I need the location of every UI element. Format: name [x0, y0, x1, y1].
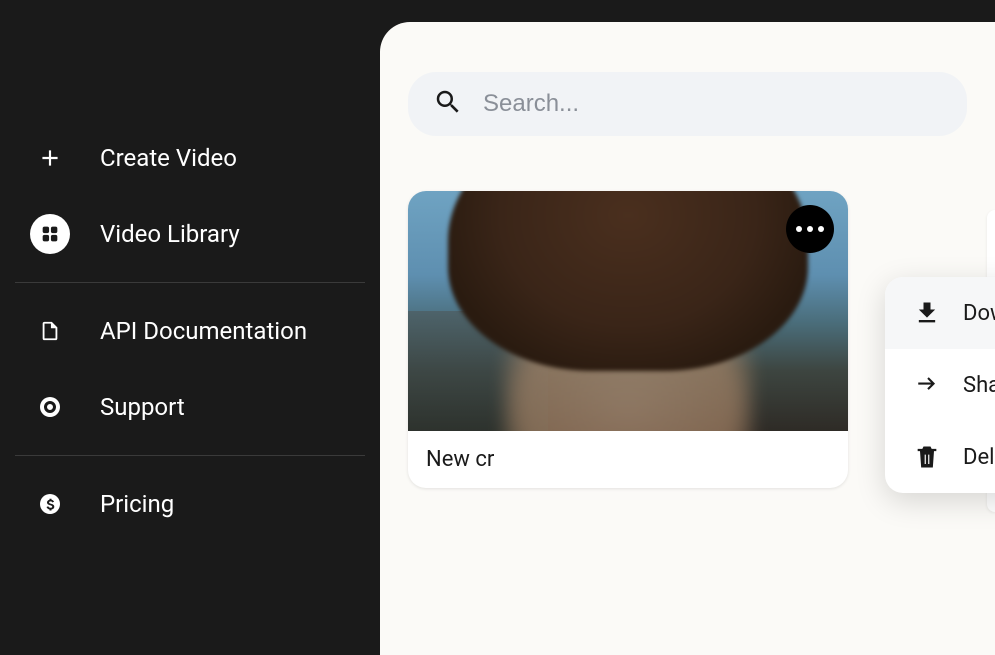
search-box[interactable] — [408, 72, 967, 136]
main-content: New cr Download Share Delete — [380, 22, 995, 655]
trash-icon — [913, 443, 941, 471]
video-card[interactable]: New cr — [408, 191, 848, 488]
divider — [15, 455, 365, 456]
lifebuoy-icon — [30, 387, 70, 427]
video-title: New cr — [408, 431, 848, 488]
sidebar-item-label: Video Library — [100, 220, 240, 248]
sidebar: Create Video Video Library API Documenta… — [0, 0, 380, 655]
sidebar-item-video-library[interactable]: Video Library — [0, 196, 380, 272]
download-icon — [913, 299, 941, 327]
search-input[interactable] — [483, 90, 942, 118]
sidebar-item-label: Pricing — [100, 490, 174, 518]
share-icon — [913, 371, 941, 399]
grid-icon — [30, 214, 70, 254]
sidebar-item-label: Support — [100, 393, 185, 421]
sidebar-item-api-docs[interactable]: API Documentation — [0, 293, 380, 369]
sidebar-item-label: API Documentation — [100, 317, 307, 345]
plus-icon — [30, 138, 70, 178]
search-icon — [433, 87, 463, 121]
video-thumbnail — [408, 191, 848, 431]
menu-item-delete[interactable]: Delete — [885, 421, 995, 493]
sidebar-item-support[interactable]: Support — [0, 369, 380, 445]
more-options-button[interactable] — [786, 205, 834, 253]
menu-item-label: Delete — [963, 445, 995, 470]
context-menu: Download Share Delete — [885, 277, 995, 493]
menu-item-label: Share — [963, 373, 995, 398]
divider — [15, 282, 365, 283]
menu-item-label: Download — [963, 301, 995, 326]
dollar-icon — [30, 484, 70, 524]
sidebar-item-create-video[interactable]: Create Video — [0, 120, 380, 196]
menu-item-download[interactable]: Download — [885, 277, 995, 349]
more-icon — [796, 226, 824, 232]
document-icon — [30, 311, 70, 351]
sidebar-item-label: Create Video — [100, 144, 237, 172]
sidebar-item-pricing[interactable]: Pricing — [0, 466, 380, 542]
menu-item-share[interactable]: Share — [885, 349, 995, 421]
